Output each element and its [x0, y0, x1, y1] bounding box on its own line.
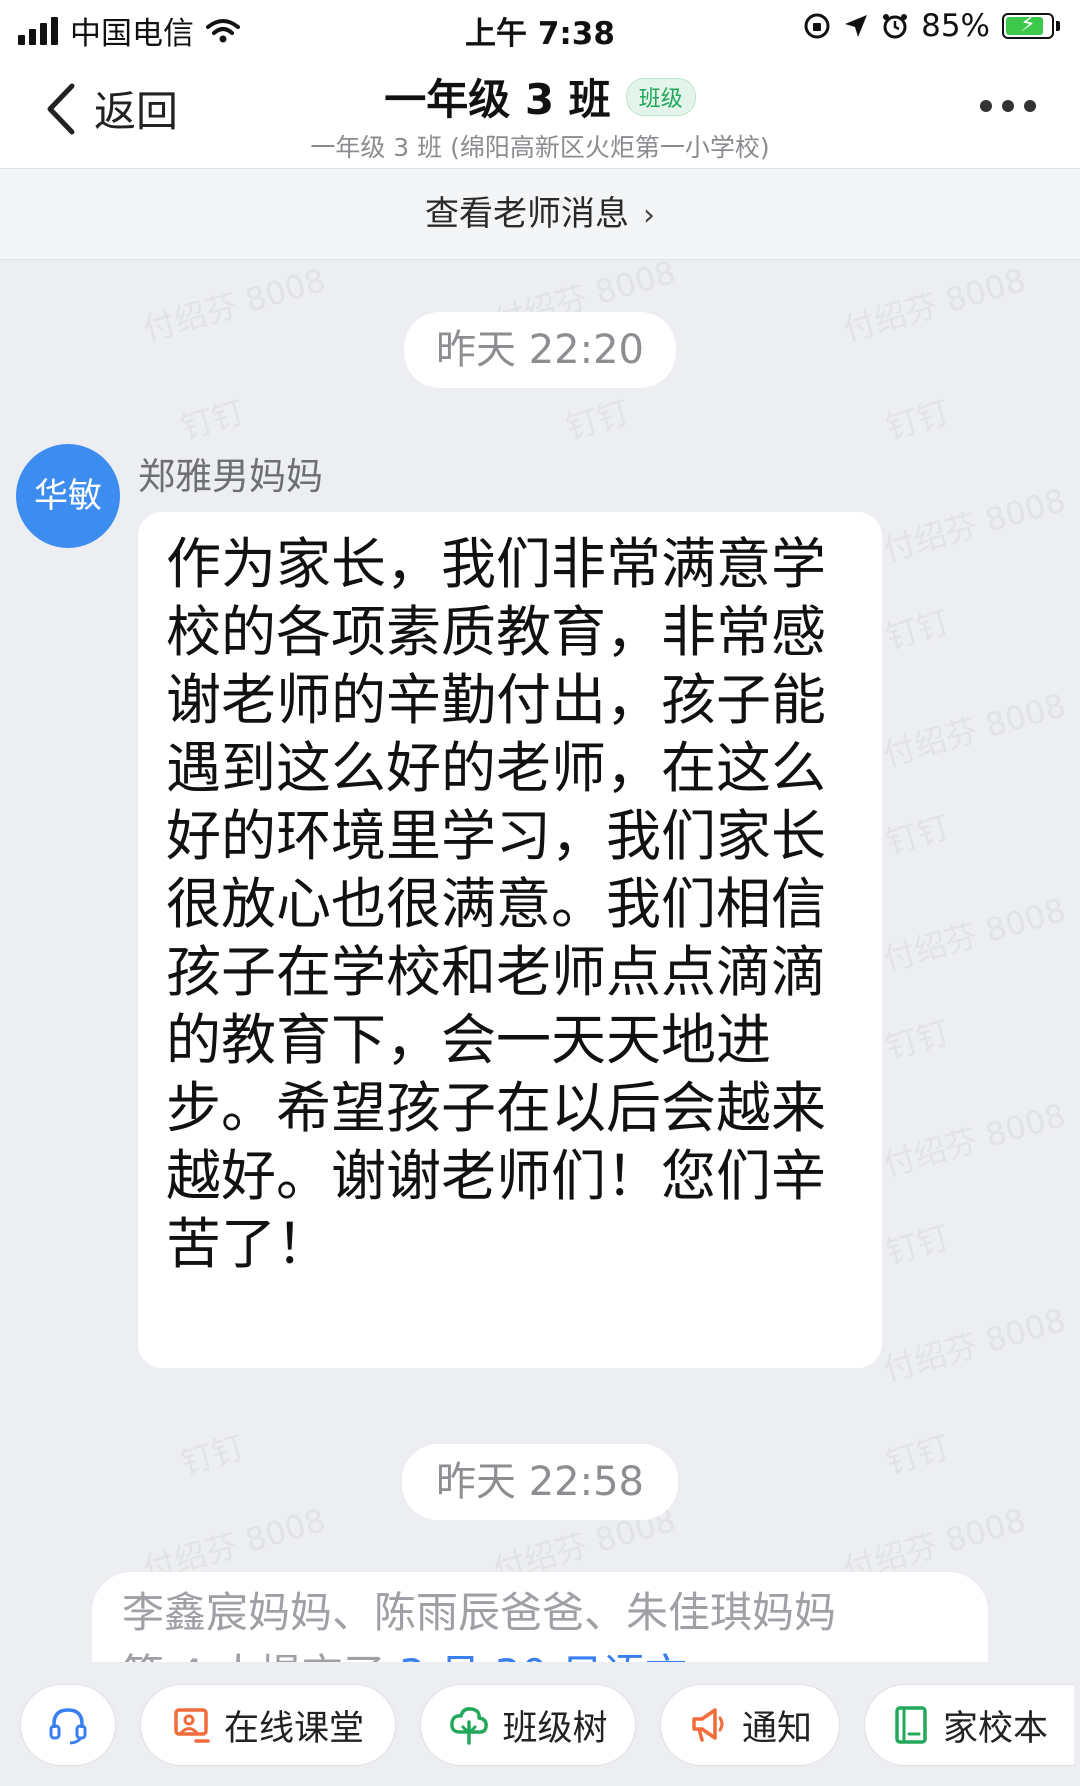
battery-percent: 85%	[921, 8, 990, 44]
page-title-text: 一年级 3 班	[384, 75, 611, 124]
toolbar-notebook-button[interactable]: 家校本	[864, 1684, 1074, 1766]
watermark-name: 付绍芬 8008	[878, 890, 1070, 980]
timestamp-pill: 昨天 22:20	[404, 312, 676, 388]
megaphone-icon	[692, 1708, 724, 1742]
view-teacher-messages-button[interactable]: 查看老师消息 ›	[0, 169, 1080, 260]
notice-detail: 等 4 人提交了 3 月 30 日语文	[122, 1644, 988, 1662]
message-text: 作为家长，我们非常满意学校的各项素质教育，非常感谢老师的辛勤付出，孩子能遇到这么…	[166, 532, 827, 1276]
page-subtitle: 一年级 3 班 (绵阳高新区火炬第一小学校)	[310, 133, 770, 162]
online-class-icon	[174, 1708, 210, 1743]
toolbar-notice-button[interactable]: 通知	[660, 1684, 840, 1766]
class-badge: 班级	[625, 77, 696, 116]
view-teacher-messages-label: 查看老师消息	[425, 194, 629, 234]
notice-link[interactable]: 3 月 30 日语文	[399, 1650, 687, 1662]
timestamp-pill: 昨天 22:58	[402, 1444, 678, 1520]
watermark-app: 钉钉	[881, 1427, 954, 1483]
watermark-app: 钉钉	[176, 1427, 249, 1483]
toolbar-class-tree-button[interactable]: 班级树	[420, 1684, 636, 1766]
watermark-app: 钉钉	[881, 1217, 954, 1273]
headset-icon	[49, 1708, 87, 1745]
chevron-right-icon: ›	[643, 198, 655, 233]
more-dot-icon	[1002, 100, 1014, 112]
alarm-icon	[883, 14, 908, 39]
message-bubble[interactable]: 作为家长，我们非常满意学校的各项素质教育，非常感谢老师的辛勤付出，孩子能遇到这么…	[138, 512, 882, 1368]
toolbar-online-class-label: 在线课堂	[223, 1708, 364, 1749]
watermark-name: 付绍芬 8008	[878, 685, 1070, 775]
watermark-name: 付绍芬 8008	[878, 480, 1070, 570]
battery-icon: ⚡	[1002, 12, 1054, 39]
watermark-app: 钉钉	[881, 807, 954, 863]
watermark-app: 钉钉	[881, 1012, 954, 1068]
notice-prefix: 等 4 人提交了	[122, 1650, 385, 1662]
toolbar-notice-label: 通知	[741, 1708, 812, 1749]
watermark-app: 钉钉	[561, 392, 634, 448]
watermark-name: 付绍芬 8008	[138, 260, 330, 350]
homework-notice-card[interactable]: 李鑫宸妈妈、陈雨辰爸爸、朱佳琪妈妈 等 4 人提交了 3 月 30 日语文	[92, 1572, 988, 1662]
status-bar: 中国电信 上午 7:38 85% ⚡	[0, 0, 1080, 56]
orientation-lock-icon	[804, 13, 830, 39]
watermark-name: 付绍芬 8008	[878, 1095, 1070, 1185]
toolbar-notebook-label: 家校本	[942, 1708, 1048, 1749]
more-button[interactable]	[980, 100, 1036, 112]
watermark-app: 钉钉	[881, 392, 954, 448]
bottom-toolbar: 在线课堂 班级树 通知 家校本	[0, 1664, 1080, 1786]
more-dot-icon	[1024, 100, 1036, 112]
location-icon	[845, 15, 868, 37]
nav-header: 返回 一年级 3 班 班级 一年级 3 班 (绵阳高新区火炬第一小学校)	[0, 56, 1080, 169]
watermark-app: 钉钉	[176, 392, 249, 448]
watermark-name: 付绍芬 8008	[838, 260, 1030, 350]
class-tree-icon	[450, 1707, 489, 1745]
sender-name: 郑雅男妈妈	[138, 455, 323, 498]
toolbar-class-tree-label: 班级树	[502, 1708, 608, 1749]
page-title[interactable]: 一年级 3 班 班级	[0, 66, 1080, 127]
status-right: 85% ⚡	[803, 8, 1060, 44]
watermark-name: 付绍芬 8008	[878, 1300, 1070, 1390]
battery-cap	[1056, 21, 1060, 31]
watermark-app: 钉钉	[881, 602, 954, 658]
toolbar-online-class-button[interactable]: 在线课堂	[140, 1684, 396, 1766]
more-dot-icon	[980, 100, 992, 112]
toolbar-headset-button[interactable]	[20, 1684, 116, 1766]
avatar[interactable]: 华敏	[16, 444, 120, 548]
notebook-icon	[895, 1706, 927, 1744]
notice-submitters: 李鑫宸妈妈、陈雨辰爸爸、朱佳琪妈妈	[122, 1588, 837, 1637]
